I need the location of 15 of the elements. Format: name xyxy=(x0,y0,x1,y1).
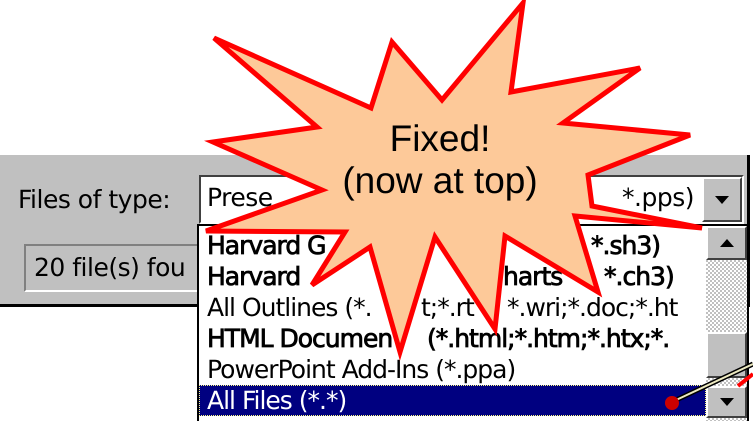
item-text: *.ch3) xyxy=(604,262,674,291)
combobox-value: *.pps) xyxy=(622,182,694,214)
callout-text: Fixed! xyxy=(390,118,490,160)
item-text: harts xyxy=(503,262,562,291)
field-label: Files of type: xyxy=(18,184,172,216)
item-text: t;*.rt xyxy=(421,293,474,322)
item-text: All Outlines (*. xyxy=(207,293,372,322)
item-text: *.wri;*.doc;*.ht xyxy=(507,293,678,322)
item-text: HTML Documen xyxy=(207,324,392,353)
item-text: *.sh3) xyxy=(591,231,660,260)
callout-text: (now at top) xyxy=(342,160,538,202)
item-text: (*.html;*.htm;*.htx;*. xyxy=(427,324,670,353)
combobox-value: Prese xyxy=(207,182,273,214)
item-text: All Files (*.*) xyxy=(207,386,346,415)
item-text: PowerPoint Add-Ins (*.ppa) xyxy=(207,355,516,384)
